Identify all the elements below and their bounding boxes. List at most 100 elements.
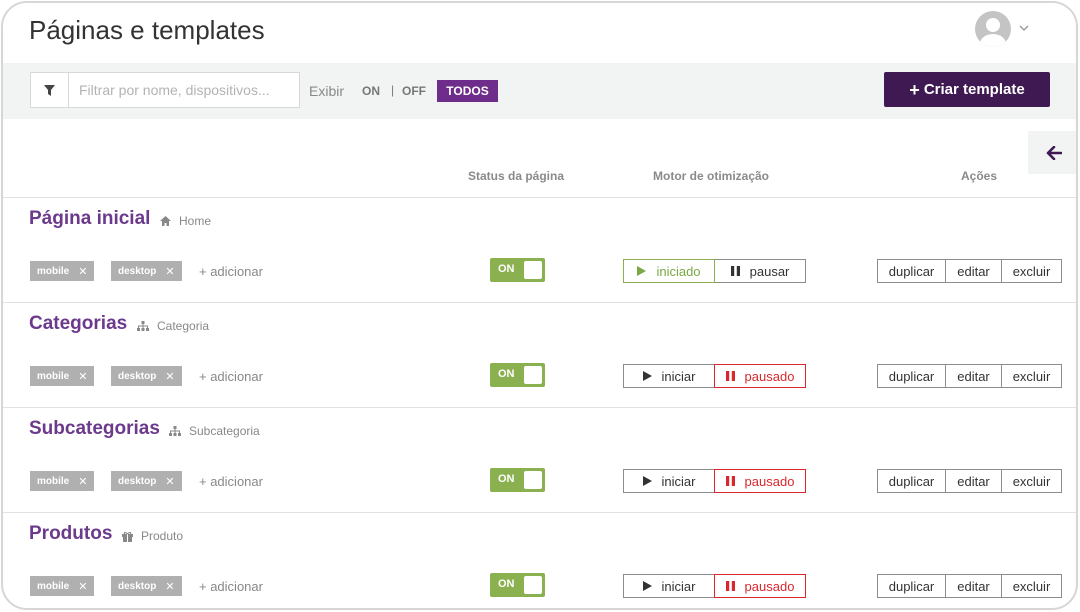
device-tag-label: mobile <box>37 475 70 487</box>
edit-button[interactable]: editar <box>945 259 1002 283</box>
create-template-label: Criar template <box>923 81 1025 98</box>
create-template-button[interactable]: + Criar template <box>884 72 1050 107</box>
filter-separator: | <box>391 83 395 97</box>
motor-pause-label: pausado <box>744 473 795 489</box>
delete-button[interactable]: excluir <box>1001 469 1062 493</box>
delete-button[interactable]: excluir <box>1001 364 1062 388</box>
duplicate-button[interactable]: duplicar <box>877 469 946 493</box>
device-tag-label: desktop <box>118 475 157 487</box>
row-title[interactable]: Categorias <box>29 313 127 335</box>
row-type: Home <box>160 214 211 228</box>
back-button[interactable] <box>1028 131 1076 174</box>
row-actions: duplicar editar excluir <box>877 259 1062 283</box>
row-actions: duplicar editar excluir <box>877 364 1062 388</box>
motor-start-button[interactable]: iniciar <box>623 574 715 598</box>
remove-tag-icon[interactable]: ✕ <box>78 265 87 278</box>
arrow-left-icon <box>1046 145 1062 160</box>
row-title[interactable]: Produtos <box>29 523 112 545</box>
motor-pause-label: pausado <box>744 368 795 384</box>
motor-start-label: iniciar <box>661 578 696 594</box>
device-tag-label: mobile <box>37 265 70 277</box>
app-frame: Páginas e templates Exibir ON | OFF TODO… <box>1 1 1078 610</box>
remove-tag-icon[interactable]: ✕ <box>78 580 87 593</box>
filter-icon[interactable] <box>30 72 68 108</box>
device-tag-label: mobile <box>37 370 70 382</box>
motor-start-button[interactable]: iniciar <box>623 469 715 493</box>
row-actions: duplicar editar excluir <box>877 469 1062 493</box>
sitemap-icon <box>169 425 185 437</box>
pause-icon <box>725 476 740 486</box>
page-title: Páginas e templates <box>29 15 265 45</box>
status-toggle-label: ON <box>498 473 515 485</box>
row-type: Produto <box>122 529 183 543</box>
row-type-label: Subcategoria <box>189 424 260 438</box>
row-type-label: Categoria <box>157 319 210 333</box>
duplicate-button[interactable]: duplicar <box>877 259 946 283</box>
pause-icon <box>725 371 740 381</box>
device-tag-label: desktop <box>118 580 157 592</box>
filter-toolbar: Exibir ON | OFF TODOS + Criar template <box>3 63 1076 119</box>
remove-tag-icon[interactable]: ✕ <box>165 265 174 278</box>
status-toggle-label: ON <box>498 263 515 275</box>
chevron-down-icon[interactable] <box>1019 21 1029 35</box>
motor-pause-label: pausado <box>744 578 795 594</box>
status-toggle[interactable]: ON <box>490 573 545 597</box>
row-type: Categoria <box>137 319 209 333</box>
filter-option-off[interactable]: OFF <box>402 84 426 98</box>
remove-tag-icon[interactable]: ✕ <box>78 475 87 488</box>
remove-tag-icon[interactable]: ✕ <box>165 475 174 488</box>
remove-tag-icon[interactable]: ✕ <box>165 580 174 593</box>
motor-pause-button[interactable]: pausado <box>714 469 806 493</box>
gift-icon <box>122 531 137 542</box>
motor-pause-button[interactable]: pausado <box>714 364 806 388</box>
edit-button[interactable]: editar <box>945 364 1002 388</box>
play-icon <box>642 581 657 591</box>
toggle-knob <box>524 471 542 489</box>
page-row: Página inicial Home mobile ✕ desktop ✕ +… <box>3 198 1076 303</box>
device-tag: mobile ✕ <box>30 366 95 386</box>
row-title[interactable]: Página inicial <box>29 208 150 230</box>
filter-option-all[interactable]: TODOS <box>437 80 498 102</box>
column-header-actions: Ações <box>961 169 998 183</box>
status-toggle[interactable]: ON <box>490 468 545 492</box>
delete-button[interactable]: excluir <box>1001 574 1062 598</box>
device-tag: desktop ✕ <box>111 576 182 596</box>
motor-pause-button[interactable]: pausado <box>714 574 806 598</box>
motor-start-button[interactable]: iniciar <box>623 364 715 388</box>
add-device-link[interactable]: + adicionar <box>199 369 263 384</box>
remove-tag-icon[interactable]: ✕ <box>165 370 174 383</box>
filter-input[interactable] <box>68 72 300 108</box>
edit-button[interactable]: editar <box>945 574 1002 598</box>
user-avatar[interactable] <box>975 11 1011 47</box>
device-tag: mobile ✕ <box>30 261 95 281</box>
device-tag: mobile ✕ <box>30 576 95 596</box>
pause-icon <box>725 581 740 591</box>
device-tag: desktop ✕ <box>111 471 182 491</box>
status-toggle[interactable]: ON <box>490 363 545 387</box>
duplicate-button[interactable]: duplicar <box>877 364 946 388</box>
pause-icon <box>730 266 745 276</box>
device-tag-label: desktop <box>118 265 157 277</box>
page-row: Subcategorias Subcategoria mobile ✕ desk… <box>3 408 1076 513</box>
device-tag-label: mobile <box>37 580 70 592</box>
sitemap-icon <box>137 320 153 332</box>
page-row: Categorias Categoria mobile ✕ desktop ✕ … <box>3 303 1076 408</box>
add-device-link[interactable]: + adicionar <box>199 579 263 594</box>
motor-pause-button[interactable]: pausar <box>714 259 806 283</box>
remove-tag-icon[interactable]: ✕ <box>78 370 87 383</box>
status-toggle[interactable]: ON <box>490 258 545 282</box>
add-device-link[interactable]: + adicionar <box>199 474 263 489</box>
duplicate-button[interactable]: duplicar <box>877 574 946 598</box>
delete-button[interactable]: excluir <box>1001 259 1062 283</box>
status-toggle-label: ON <box>498 368 515 380</box>
add-device-link[interactable]: + adicionar <box>199 264 263 279</box>
toggle-knob <box>524 366 542 384</box>
edit-button[interactable]: editar <box>945 469 1002 493</box>
motor-start-button[interactable]: iniciado <box>623 259 715 283</box>
row-type-label: Produto <box>141 529 184 543</box>
row-type-label: Home <box>179 214 212 228</box>
filter-option-on[interactable]: ON <box>362 84 380 98</box>
show-label: Exibir <box>309 83 345 99</box>
row-title[interactable]: Subcategorias <box>29 418 160 440</box>
column-header-status: Status da página <box>468 169 565 183</box>
